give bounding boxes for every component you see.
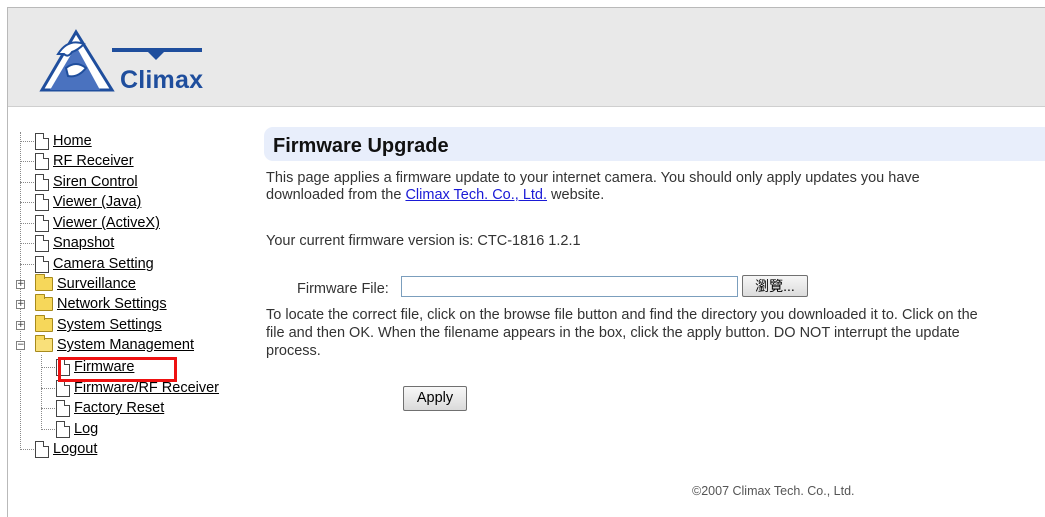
page-icon	[35, 255, 49, 273]
nav-item-viewer-activex[interactable]: Viewer (ActiveX)	[35, 213, 160, 233]
tree-line	[20, 264, 34, 265]
tree-line	[20, 223, 34, 224]
intro-text-b: website.	[547, 187, 605, 203]
nav-folder-surveillance[interactable]: Surveillance	[35, 274, 136, 294]
expand-toggle-icon[interactable]: +	[16, 280, 25, 289]
page-icon	[35, 440, 49, 458]
intro-line-2: downloaded from the Climax Tech. Co., Lt…	[266, 187, 604, 204]
nav-folder-system-settings[interactable]: System Settings	[35, 315, 162, 335]
tree-line	[20, 132, 21, 450]
intro-line-1: This page applies a firmware update to y…	[266, 170, 920, 186]
nav-item-log[interactable]: Log	[56, 419, 98, 439]
nav-link-rf-receiver[interactable]: RF Receiver	[53, 153, 134, 169]
header-banner: Climax	[8, 8, 1045, 107]
nav-item-factory-reset[interactable]: Factory Reset	[56, 398, 164, 418]
intro-text-a: downloaded from the	[266, 187, 406, 203]
page-icon	[35, 214, 49, 232]
nav-link-system-settings[interactable]: System Settings	[57, 317, 162, 333]
firmware-version-text: Your current firmware version is: CTC-18…	[266, 233, 581, 249]
nav-link-viewer-activex[interactable]: Viewer (ActiveX)	[53, 215, 160, 231]
nav-link-firmware-rf[interactable]: Firmware/RF Receiver	[74, 380, 219, 396]
tree-line	[20, 202, 34, 203]
expand-toggle-icon[interactable]: +	[16, 321, 25, 330]
nav-item-viewer-java[interactable]: Viewer (Java)	[35, 192, 141, 212]
nav-link-system-management[interactable]: System Management	[57, 337, 194, 353]
nav-link-home[interactable]: Home	[53, 133, 92, 149]
nav-item-home[interactable]: Home	[35, 131, 92, 151]
nav-folder-system-management[interactable]: System Management	[35, 335, 194, 355]
nav-link-logout[interactable]: Logout	[53, 441, 97, 457]
nav-link-viewer-java[interactable]: Viewer (Java)	[53, 194, 141, 210]
open-folder-icon	[35, 335, 53, 352]
page-icon	[35, 132, 49, 150]
nav-link-snapshot[interactable]: Snapshot	[53, 235, 114, 251]
tree-line	[20, 449, 34, 450]
firmware-file-label: Firmware File:	[297, 281, 389, 297]
nav-folder-network-settings[interactable]: Network Settings	[35, 294, 167, 314]
folder-icon	[35, 315, 53, 332]
copyright-footer: ©2007 Climax Tech. Co., Ltd.	[692, 484, 855, 498]
tree-line	[41, 408, 55, 409]
nav-link-log[interactable]: Log	[74, 421, 98, 437]
climax-website-link[interactable]: Climax Tech. Co., Ltd.	[405, 187, 547, 203]
nav-item-camera-setting[interactable]: Camera Setting	[35, 254, 154, 274]
expand-toggle-icon[interactable]: +	[16, 300, 25, 309]
tree-line	[20, 182, 34, 183]
tree-line	[41, 367, 55, 368]
help-line-3: process.	[266, 343, 321, 359]
nav-link-camera-setting[interactable]: Camera Setting	[53, 256, 154, 272]
nav-link-surveillance[interactable]: Surveillance	[57, 276, 136, 292]
nav-item-snapshot[interactable]: Snapshot	[35, 233, 114, 253]
nav-item-siren-control[interactable]: Siren Control	[35, 172, 138, 192]
page-icon	[35, 234, 49, 252]
selection-highlight-box	[58, 357, 177, 382]
tree-line	[20, 243, 34, 244]
nav-link-factory-reset[interactable]: Factory Reset	[74, 400, 164, 416]
nav-link-network-settings[interactable]: Network Settings	[57, 296, 167, 312]
help-line-2: file and then OK. When the filename appe…	[266, 325, 960, 341]
apply-button[interactable]: Apply	[403, 386, 467, 411]
page-title: Firmware Upgrade	[273, 135, 449, 157]
firmware-file-input[interactable]	[401, 276, 738, 297]
logo-text: Climax	[120, 66, 204, 94]
page-icon	[56, 420, 70, 438]
page-icon	[35, 193, 49, 211]
browse-button[interactable]: 瀏覽...	[742, 275, 808, 297]
page-icon	[56, 399, 70, 417]
tree-line	[41, 388, 55, 389]
page-icon	[35, 152, 49, 170]
folder-icon	[35, 294, 53, 311]
tree-line	[20, 161, 34, 162]
folder-icon	[35, 274, 53, 291]
climax-logo: Climax	[38, 24, 208, 100]
collapse-toggle-icon[interactable]: −	[16, 341, 25, 350]
tree-line	[20, 141, 34, 142]
nav-link-siren-control[interactable]: Siren Control	[53, 174, 138, 190]
help-line-1: To locate the correct file, click on the…	[266, 307, 978, 323]
nav-item-logout[interactable]: Logout	[35, 439, 97, 459]
nav-item-rf-receiver[interactable]: RF Receiver	[35, 151, 134, 171]
page-icon	[35, 173, 49, 191]
tree-line	[41, 429, 55, 430]
page-icon	[56, 379, 70, 397]
